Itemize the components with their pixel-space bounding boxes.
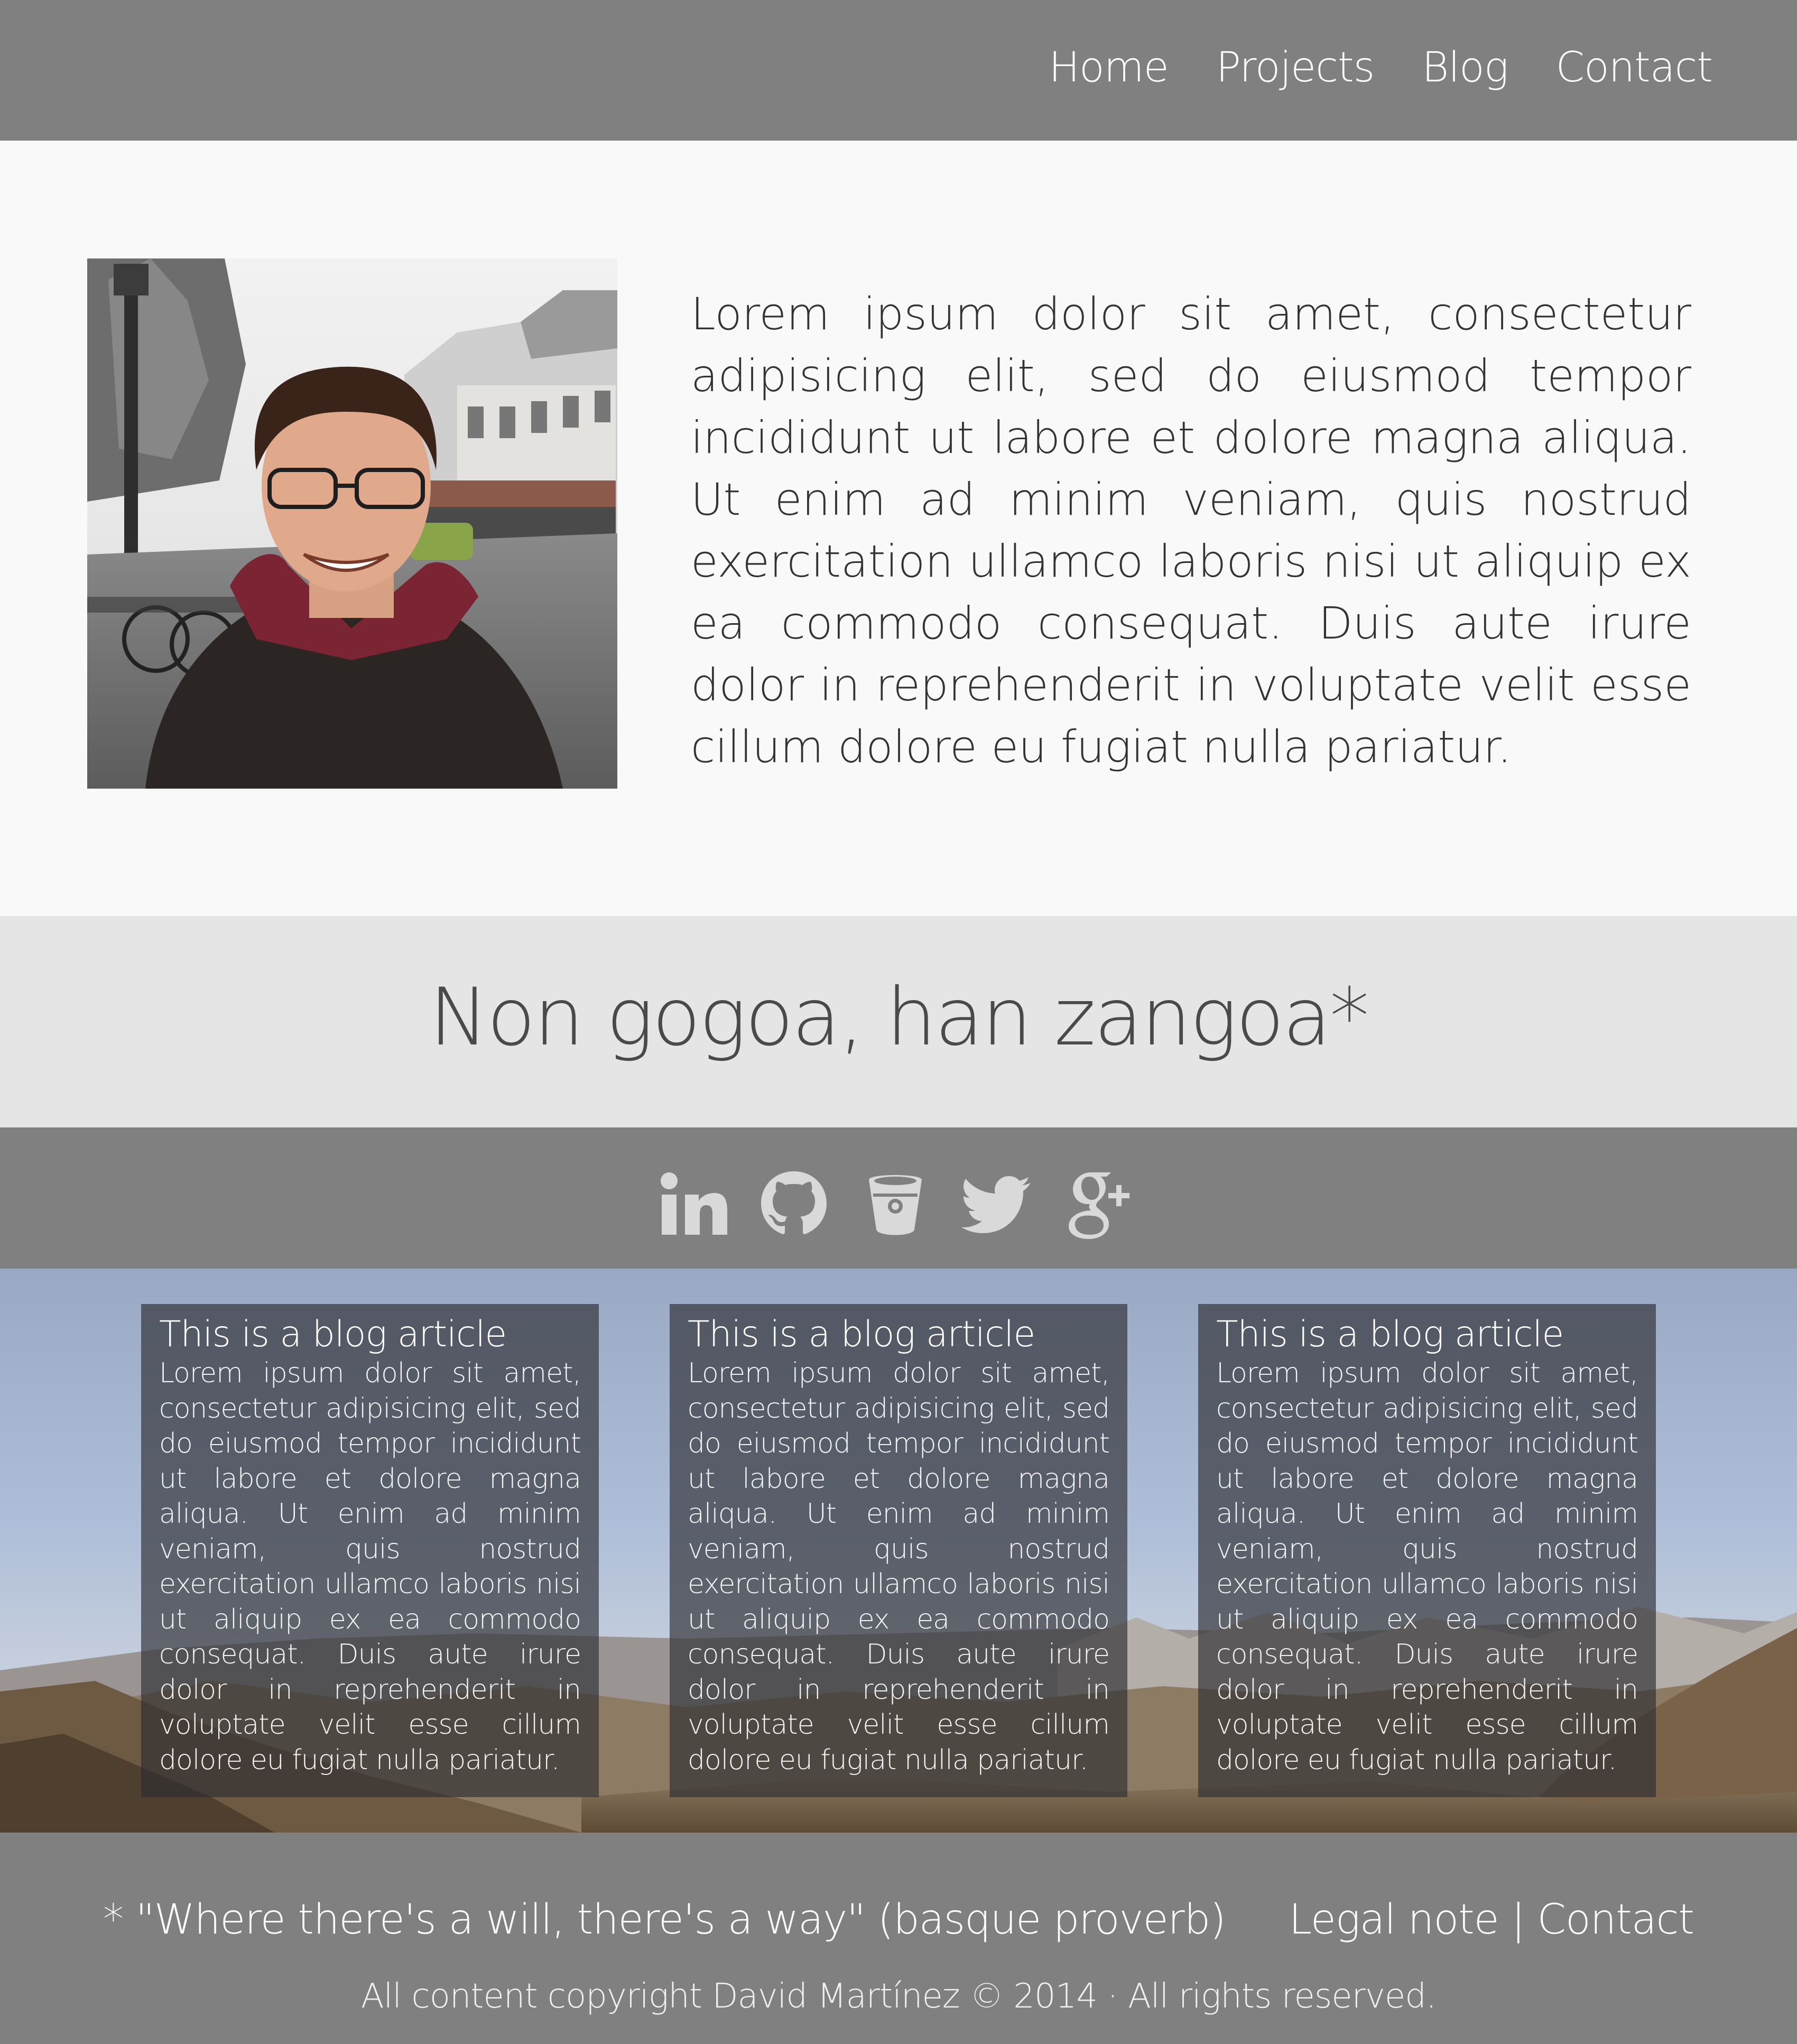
motto-text: Non gogoa, han zangoa* [429,972,1369,1063]
footer-contact-link[interactable]: Contact [1537,1896,1694,1944]
blog-card-title[interactable]: This is a blog article [1216,1314,1638,1356]
footer-link-separator: | [1498,1896,1537,1944]
nav-link-home[interactable]: Home [1049,44,1169,91]
nav-link-projects[interactable]: Projects [1216,44,1375,91]
footer-proverb: * "Where there's a will, there's a way" … [103,1896,1226,1944]
google-plus-icon[interactable] [1061,1167,1135,1241]
nav-item-projects: Projects [1216,44,1375,91]
about-paragraph: Lorem ipsum dolor sit amet, consectetur … [691,288,1691,773]
profile-photo [87,258,617,789]
bitbucket-icon[interactable] [858,1167,932,1241]
top-navigation-bar: Home Projects Blog Contact [0,0,1797,141]
blog-card-excerpt: Lorem ipsum dolor sit amet, consectetur … [159,1357,581,1776]
twitter-icon[interactable] [960,1167,1034,1241]
footer-links: Legal note | Contact [1289,1896,1694,1944]
nav-menu: Home Projects Blog Contact [1049,0,1713,135]
copyright-notice: All content copyright David Martínez © 2… [360,1977,1437,2016]
about-section: Lorem ipsum dolor sit amet, consectetur … [0,141,1797,916]
blog-card-title[interactable]: This is a blog article [688,1314,1109,1356]
nav-item-blog: Blog [1422,44,1508,91]
blog-card-title[interactable]: This is a blog article [159,1314,581,1356]
blog-card-excerpt: Lorem ipsum dolor sit amet, consectetur … [1216,1357,1638,1776]
nav-item-contact: Contact [1556,44,1713,91]
legal-note-link[interactable]: Legal note [1289,1896,1499,1944]
nav-item-home: Home [1049,44,1169,91]
blog-section: This is a blog article Lorem ipsum dolor… [0,1269,1797,1833]
social-icons-row [655,1167,1135,1241]
nav-link-contact[interactable]: Contact [1556,44,1713,91]
nav-link-blog[interactable]: Blog [1422,44,1508,91]
github-icon[interactable] [757,1167,831,1241]
blog-card-1[interactable]: This is a blog article Lorem ipsum dolor… [141,1304,599,1797]
social-links-bar [0,1127,1797,1269]
blog-card-3[interactable]: This is a blog article Lorem ipsum dolor… [1198,1304,1656,1797]
blog-card-2[interactable]: This is a blog article Lorem ipsum dolor… [670,1304,1127,1797]
linkedin-icon[interactable] [655,1167,729,1241]
motto-banner: Non gogoa, han zangoa* [0,916,1797,1127]
page-footer: * "Where there's a will, there's a way" … [0,1833,1797,2044]
blog-card-excerpt: Lorem ipsum dolor sit amet, consectetur … [688,1357,1110,1776]
